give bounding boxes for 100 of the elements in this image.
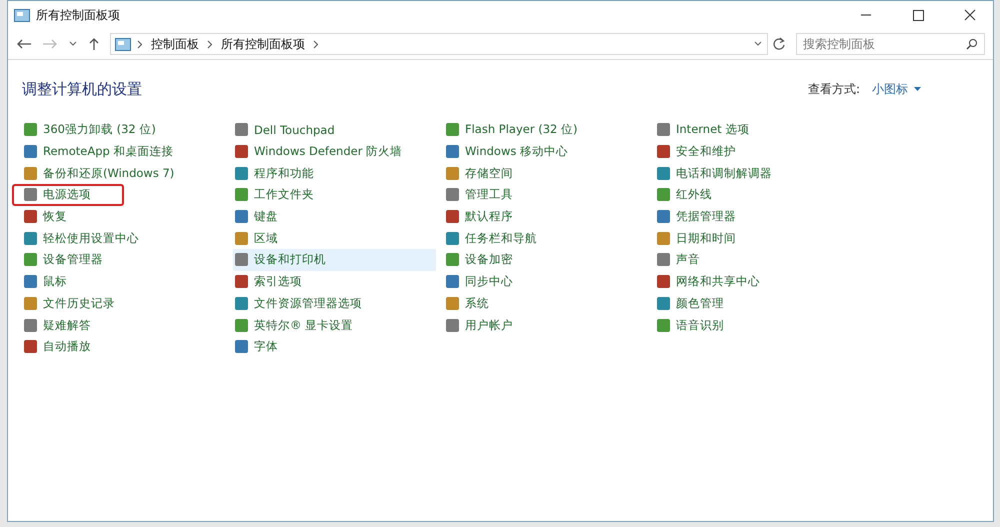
item-icon bbox=[235, 340, 248, 354]
chevron-right-icon[interactable] bbox=[313, 40, 319, 48]
item-icon bbox=[446, 253, 459, 266]
control-panel-item[interactable]: 设备加密 bbox=[444, 249, 647, 271]
control-panel-item[interactable]: 红外线 bbox=[655, 184, 858, 206]
item-icon bbox=[235, 188, 248, 202]
control-panel-item[interactable]: 设备和打印机 bbox=[233, 249, 436, 271]
breadcrumb-link[interactable]: 控制面板 bbox=[151, 36, 199, 52]
item-icon bbox=[235, 296, 248, 310]
control-panel-item[interactable]: 文件历史记录 bbox=[22, 292, 225, 314]
refresh-icon[interactable] bbox=[772, 37, 786, 51]
item-icon bbox=[446, 166, 459, 180]
item-icon bbox=[446, 188, 459, 202]
control-panel-item[interactable]: Flash Player (32 位) bbox=[444, 119, 647, 141]
control-panel-item[interactable]: 安全和维护 bbox=[655, 140, 858, 162]
item-icon bbox=[24, 253, 37, 266]
item-icon bbox=[24, 340, 37, 354]
back-arrow-icon[interactable] bbox=[16, 38, 32, 50]
item-icon bbox=[446, 318, 459, 332]
control-panel-item[interactable]: 电源选项 bbox=[12, 184, 124, 206]
control-panel-item[interactable]: 日期和时间 bbox=[655, 227, 858, 250]
control-panel-item[interactable]: 轻松使用设置中心 bbox=[22, 227, 225, 250]
control-panel-item[interactable]: Windows 移动中心 bbox=[444, 140, 647, 162]
item-icon bbox=[446, 275, 459, 288]
item-icon bbox=[24, 296, 37, 310]
item-icon bbox=[235, 145, 248, 158]
control-panel-item[interactable]: 管理工具 bbox=[444, 184, 647, 206]
control-panel-item[interactable]: 电话和调制解调器 bbox=[655, 162, 858, 184]
control-panel-item[interactable]: 文件资源管理器选项 bbox=[233, 292, 436, 314]
control-panel-item[interactable]: Windows Defender 防火墙 bbox=[233, 140, 436, 162]
control-panel-item[interactable]: 键盘 bbox=[233, 206, 436, 228]
control-panel-item[interactable]: 疑难解答 bbox=[22, 314, 225, 336]
caret-icon[interactable] bbox=[914, 86, 921, 92]
chevron-right-icon[interactable] bbox=[207, 40, 213, 48]
control-panel-item[interactable]: 工作文件夹 bbox=[233, 184, 436, 206]
item-icon bbox=[657, 296, 670, 310]
item-icon bbox=[235, 166, 248, 180]
view-by-label: 查看方式: bbox=[808, 80, 860, 98]
control-panel-item[interactable]: 凭据管理器 bbox=[655, 206, 858, 228]
item-icon bbox=[235, 232, 248, 245]
item-icon bbox=[657, 253, 670, 266]
item-icon bbox=[24, 318, 37, 332]
item-icon bbox=[657, 123, 670, 136]
view-mode-dropdown[interactable]: 小图标 bbox=[872, 80, 908, 98]
item-icon bbox=[657, 232, 670, 245]
control-panel-item[interactable]: 设备管理器 bbox=[22, 249, 225, 271]
control-panel-icon bbox=[14, 8, 30, 22]
item-icon bbox=[657, 210, 670, 224]
item-icon bbox=[446, 145, 459, 158]
item-icon bbox=[24, 123, 37, 136]
control-panel-item[interactable]: 系统 bbox=[444, 292, 647, 314]
breadcrumb-link[interactable]: 所有控制面板项 bbox=[221, 36, 305, 52]
item-icon bbox=[24, 275, 37, 288]
control-panel-item[interactable]: RemoteApp 和桌面连接 bbox=[22, 140, 225, 162]
control-panel-item[interactable]: 网络和共享中心 bbox=[655, 270, 858, 292]
control-panel-item[interactable]: Dell Touchpad bbox=[233, 119, 436, 141]
control-panel-item[interactable]: 同步中心 bbox=[444, 270, 647, 292]
item-icon bbox=[24, 210, 37, 224]
control-panel-item[interactable]: 区域 bbox=[233, 227, 436, 250]
control-panel-item[interactable]: 存储空间 bbox=[444, 162, 647, 184]
item-icon bbox=[235, 275, 248, 288]
window-title: 所有控制面板项 bbox=[36, 6, 120, 24]
control-panel-item[interactable]: 默认程序 bbox=[444, 206, 647, 228]
control-panel-item[interactable]: 字体 bbox=[233, 336, 436, 358]
item-icon bbox=[24, 166, 37, 180]
item-icon bbox=[446, 296, 459, 310]
item-icon bbox=[446, 232, 459, 245]
control-panel-item[interactable]: 360强力卸载 (32 位) bbox=[22, 119, 225, 141]
search-box[interactable]: 搜索控制面板 bbox=[796, 33, 985, 55]
control-panel-item[interactable]: 恢复 bbox=[22, 206, 225, 228]
address-bar[interactable]: 控制面板 所有控制面板项 bbox=[110, 33, 768, 55]
control-panel-item[interactable]: 颜色管理 bbox=[655, 292, 858, 314]
item-icon bbox=[24, 232, 37, 245]
item-icon bbox=[24, 188, 37, 202]
control-panel-icon bbox=[115, 38, 131, 50]
up-arrow-icon[interactable] bbox=[88, 37, 100, 51]
item-icon bbox=[24, 145, 37, 158]
control-panel-item[interactable]: 用户帐户 bbox=[444, 314, 647, 336]
item-icon bbox=[235, 210, 248, 224]
chevron-down-icon[interactable] bbox=[68, 40, 78, 48]
chevron-right-icon[interactable] bbox=[137, 40, 143, 48]
control-panel-item[interactable]: 备份和还原(Windows 7) bbox=[22, 162, 225, 184]
item-icon bbox=[446, 210, 459, 224]
page-heading: 调整计算机的设置 bbox=[22, 80, 142, 98]
control-panel-item[interactable]: 语音识别 bbox=[655, 314, 858, 336]
item-icon bbox=[657, 166, 670, 180]
control-panel-item[interactable]: Internet 选项 bbox=[655, 119, 858, 141]
item-icon bbox=[446, 123, 459, 136]
item-icon bbox=[235, 253, 248, 266]
control-panel-item[interactable]: 程序和功能 bbox=[233, 162, 436, 184]
item-icon bbox=[235, 123, 248, 136]
control-panel-item[interactable]: 英特尔® 显卡设置 bbox=[233, 314, 436, 336]
control-panel-item[interactable]: 鼠标 bbox=[22, 270, 225, 292]
control-panel-item[interactable]: 声音 bbox=[655, 249, 858, 271]
chevron-down-icon[interactable] bbox=[753, 40, 763, 48]
control-panel-item[interactable]: 索引选项 bbox=[233, 270, 436, 292]
item-icon bbox=[657, 318, 670, 332]
control-panel-item[interactable]: 自动播放 bbox=[22, 336, 225, 358]
control-panel-item[interactable]: 任务栏和导航 bbox=[444, 227, 647, 250]
item-icon bbox=[657, 188, 670, 202]
